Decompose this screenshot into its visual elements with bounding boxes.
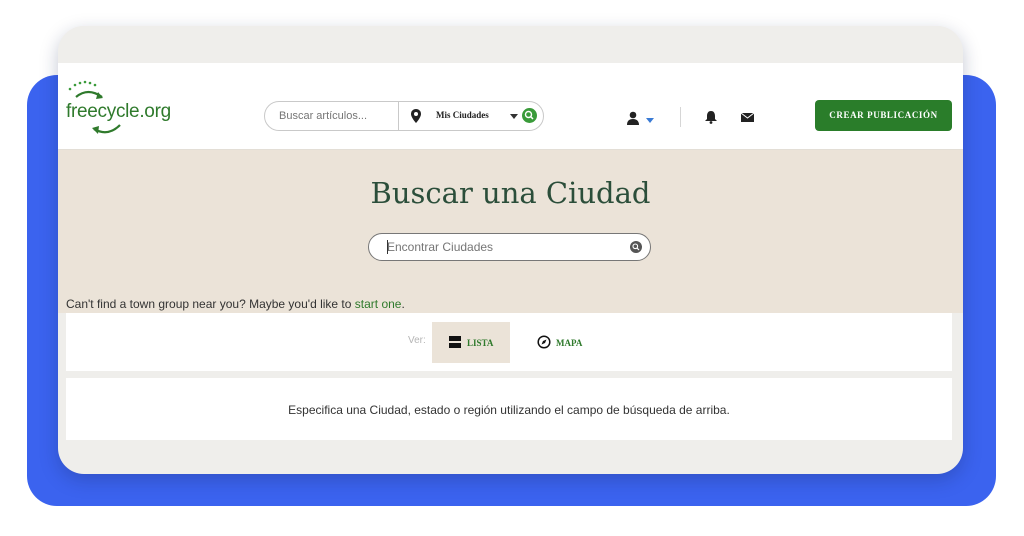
create-post-button[interactable]: CREAR PUBLICACIÓN <box>815 100 952 131</box>
hint-suffix: . <box>401 297 405 311</box>
hint-prefix: Can't find a town group near you? Maybe … <box>66 297 355 311</box>
text-cursor <box>387 240 388 254</box>
notifications-bell-icon[interactable] <box>705 111 717 124</box>
list-icon <box>449 336 461 348</box>
location-pin-icon <box>411 109 421 123</box>
results-panel: Especifica una Ciudad, estado o región u… <box>66 378 952 440</box>
city-search-hero: Buscar una Ciudad Can't find a town grou… <box>58 150 963 313</box>
start-group-hint: Can't find a town group near you? Maybe … <box>66 297 405 311</box>
logo-wordmark: freecycle.org <box>66 101 171 122</box>
site-header: freecycle.org Mis Ciudades <box>58 63 963 150</box>
messages-mail-icon[interactable] <box>741 113 754 122</box>
search-divider <box>398 102 399 130</box>
my-cities-selector[interactable]: Mis Ciudades <box>436 110 489 120</box>
window-top-strip <box>58 26 963 63</box>
tab-map-view[interactable]: MAPA <box>534 322 604 363</box>
tab-list-label: LISTA <box>467 338 494 348</box>
search-icon[interactable] <box>629 240 643 254</box>
header-separator <box>680 107 681 127</box>
item-search-bar: Mis Ciudades <box>264 101 544 131</box>
page-title: Buscar una Ciudad <box>370 176 651 210</box>
item-search-input[interactable] <box>265 102 398 130</box>
results-empty-message: Especifica una Ciudad, estado o región u… <box>288 403 730 417</box>
chevron-down-icon[interactable] <box>510 114 518 119</box>
tab-list-view[interactable]: LISTA <box>432 322 510 363</box>
city-search-input[interactable] <box>369 234 624 260</box>
city-search-box <box>368 233 651 261</box>
view-toggle-bar: Ver: LISTA MAPA <box>66 313 952 371</box>
search-go-icon[interactable] <box>522 108 537 123</box>
start-one-link[interactable]: start one <box>355 297 402 311</box>
freecycle-logo[interactable]: freecycle.org <box>64 77 194 141</box>
compass-icon <box>537 335 551 349</box>
user-menu-chevron-icon[interactable] <box>646 118 654 123</box>
view-label: Ver: <box>408 335 426 346</box>
browser-window: freecycle.org Mis Ciudades <box>58 26 963 474</box>
tab-map-label: MAPA <box>556 338 583 348</box>
user-icon[interactable] <box>626 111 640 125</box>
